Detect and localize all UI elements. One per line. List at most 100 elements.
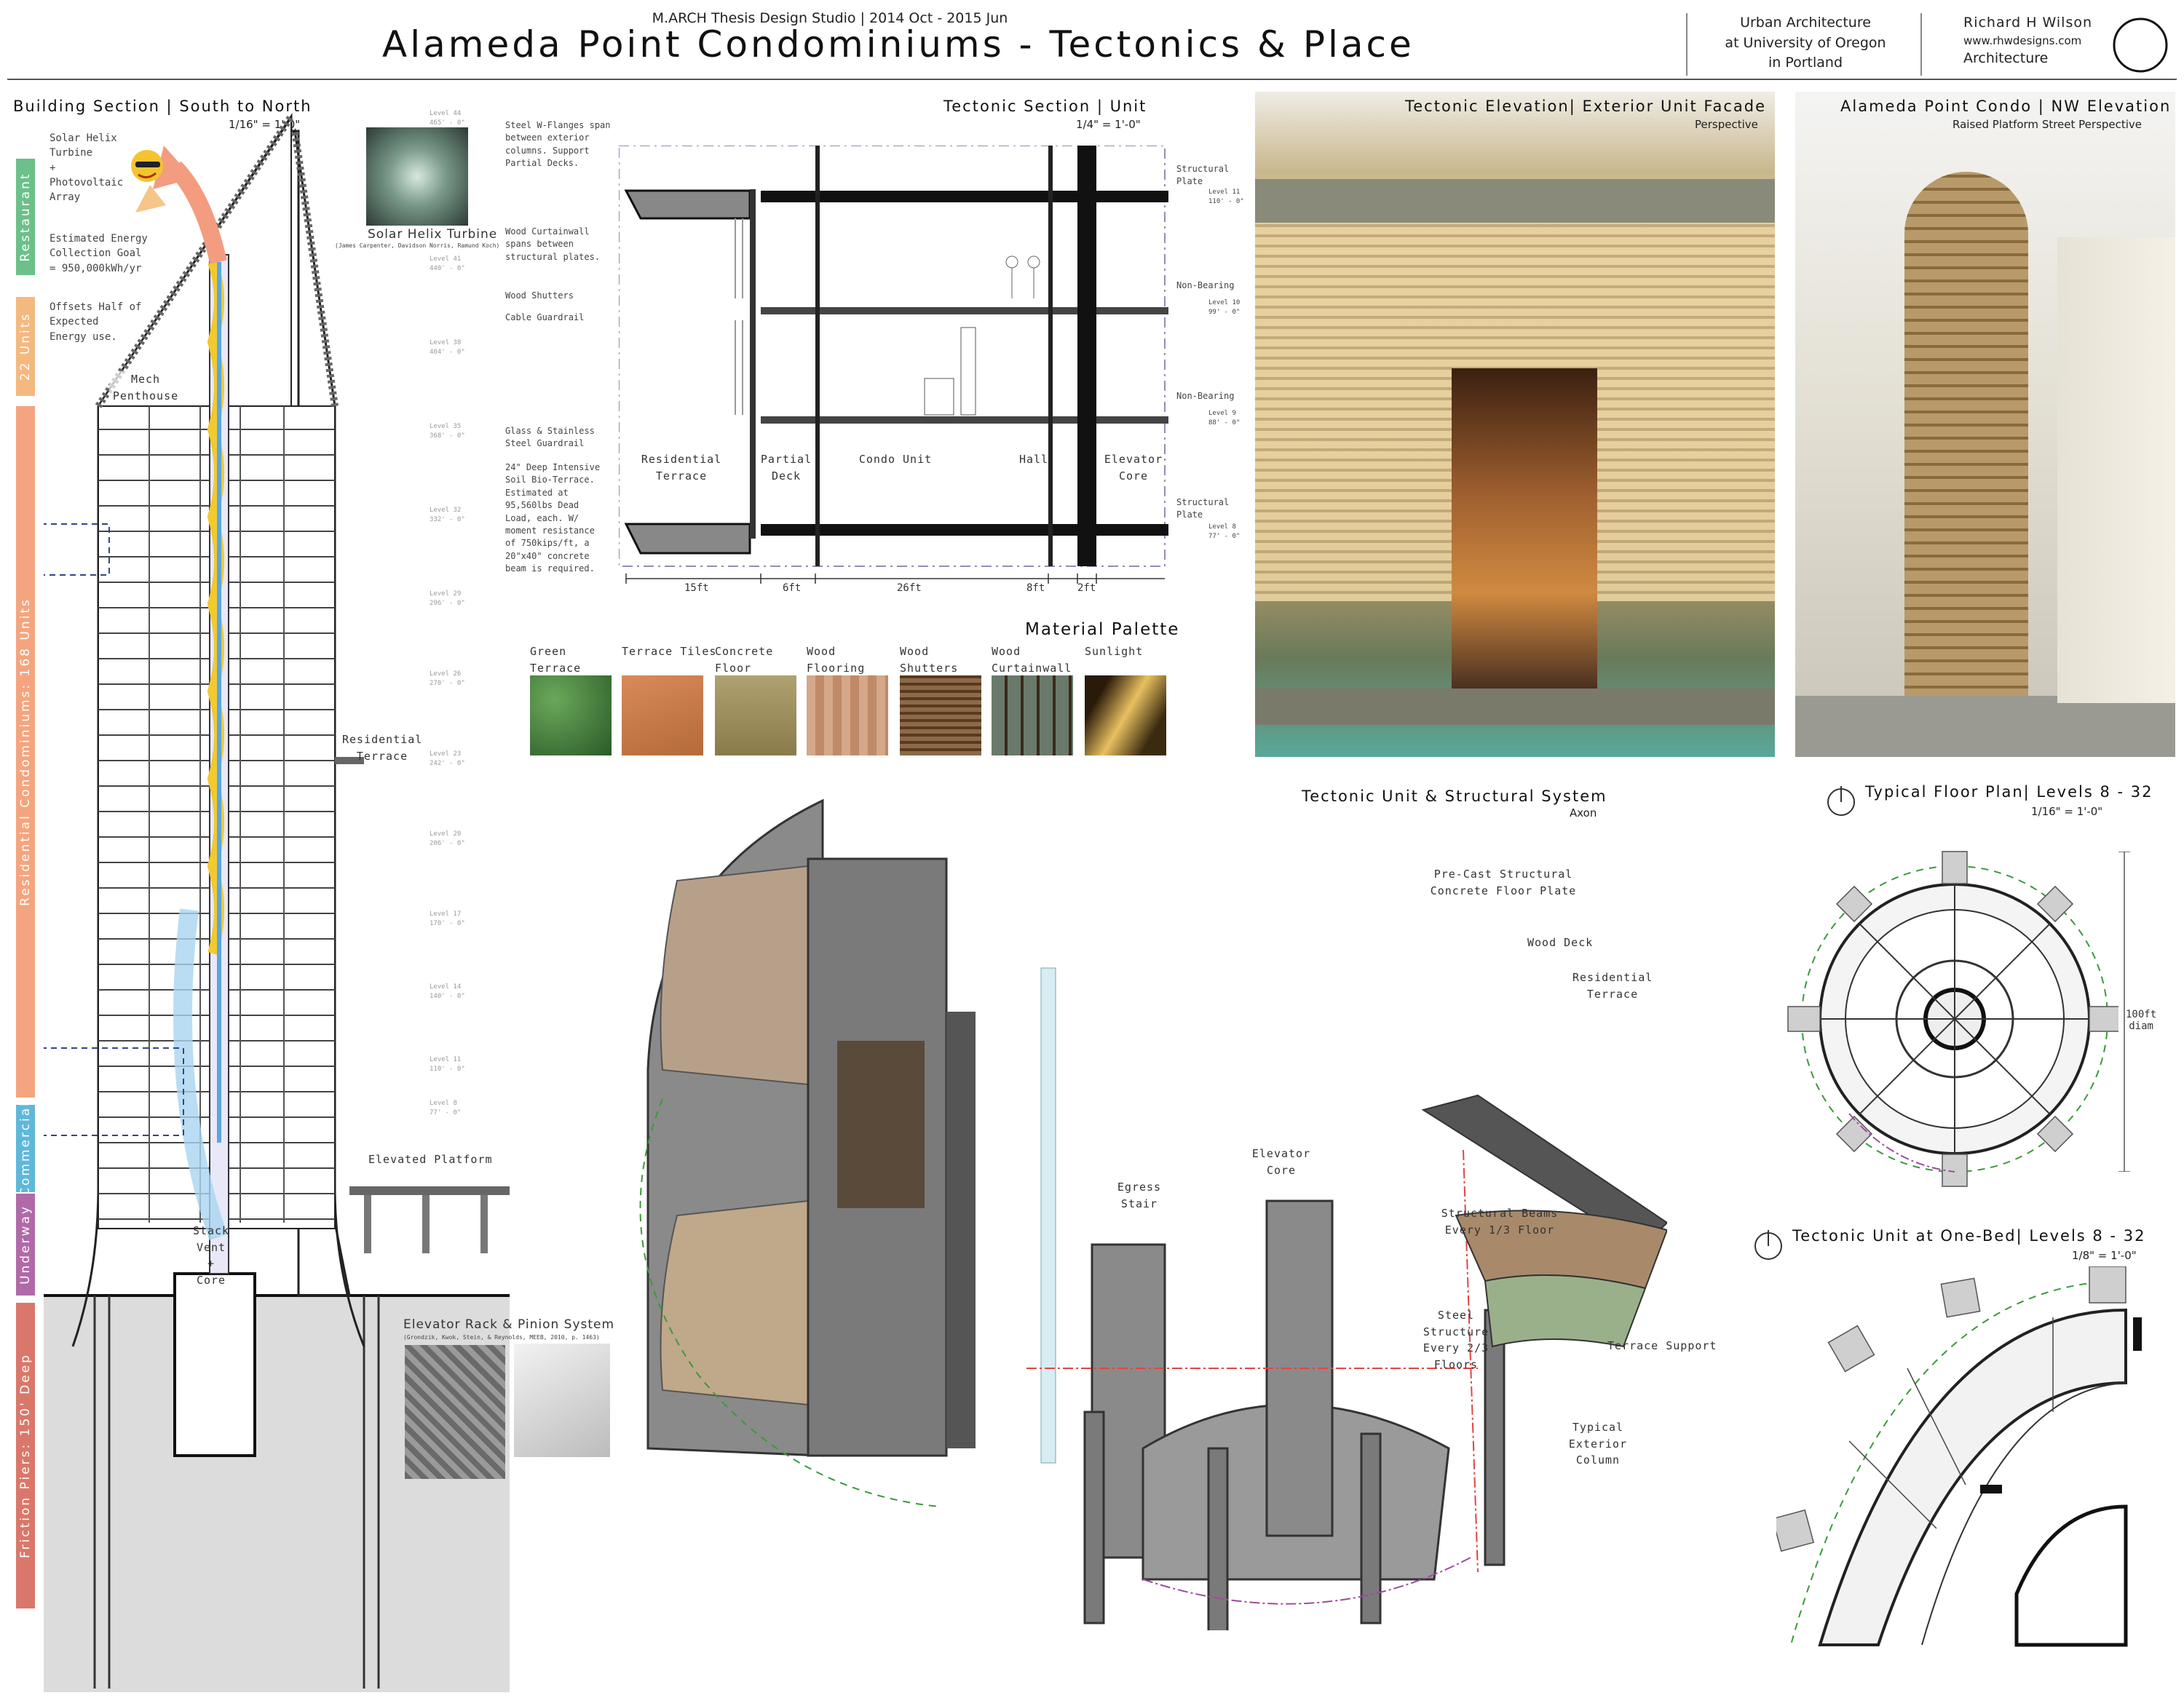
right-level-8: Level 8 77' - 0" <box>1208 523 1241 541</box>
level-marker: Level 14 140' - 0" <box>430 983 465 1001</box>
swatch-label-wood-flooring: Wood Flooring <box>807 645 866 675</box>
axon-label-wood-deck: Wood Deck <box>1527 936 1594 949</box>
level-marker: Level 11 110' - 0" <box>430 1056 465 1074</box>
adjacent-buildings <box>2057 237 2175 703</box>
note-cable-guardrail: Cable Guardrail <box>505 312 585 322</box>
school-line-3: in Portland <box>1768 55 1843 71</box>
note-bio-terrace: 24" Deep Intensive Soil Bio-Terrace. Est… <box>505 462 601 574</box>
dim-terrace: 15ft <box>684 582 709 594</box>
dim-unit: 26ft <box>897 582 922 594</box>
level-marker: Level 8 77' - 0" <box>430 1100 462 1117</box>
level-marker: Level 35 368' - 0" <box>430 423 465 440</box>
swatch-green-terrace <box>530 675 612 755</box>
header-rule <box>7 79 2177 80</box>
header-divider-1 <box>1686 13 1688 76</box>
right-label-structural-plate-bottom: Structural Plate <box>1176 497 1230 520</box>
swatch-label-terrace-tiles: Terrace Tiles <box>622 645 717 658</box>
level-marker: Level 32 332' - 0" <box>430 507 465 524</box>
tectonic-section-scale: 1/4" = 1'-0" <box>1076 118 1141 131</box>
street-ground <box>1795 696 2175 757</box>
unit-plan-scale: 1/8" = 1'-0" <box>2072 1249 2137 1262</box>
band-commercial: Commercial <box>16 1100 35 1197</box>
swatch-wood-curtainwall <box>992 675 1073 755</box>
tectonic-elevation-title: Tectonic Elevation| Exterior Unit Facade <box>1405 98 1767 115</box>
unit-opening <box>1452 368 1597 689</box>
unit-one-bed-plan-drawing <box>1776 1266 2142 1647</box>
swatch-label-concrete-floor: Concrete Floor <box>715 645 774 675</box>
level-marker: Level 17 170' - 0" <box>430 911 465 928</box>
note-glass-guardrail: Glass & Stainless Steel Guardrail <box>505 426 595 449</box>
band-residential-condos: Residential Condominiums: 168 Units <box>16 406 35 1098</box>
swatch-terrace-tiles <box>622 675 703 755</box>
axon-label-precast: Pre-Cast Structural Concrete Floor Plate <box>1430 868 1577 897</box>
axon-label-egress-stair: Egress Stair <box>1117 1181 1162 1210</box>
dim-deck: 6ft <box>783 582 802 594</box>
swatch-label-green-terrace: Green Terrace <box>530 645 582 675</box>
tectonic-section-title: Tectonic Section | Unit <box>943 98 1147 115</box>
band-restaurant: Restaurant <box>16 159 35 275</box>
axon-label-residential-terrace: Residential Terrace <box>1572 971 1653 1001</box>
level-marker: Level 26 270' - 0" <box>430 670 465 688</box>
level-markers: Level 44 465' - 0" Level 41 440' - 0" Le… <box>430 109 495 1128</box>
solar-note-2: Estimated Energy Collection Goal = 950,0… <box>50 233 148 274</box>
zone-condo-unit: Condo Unit <box>858 453 933 466</box>
zone-partial-deck: Partial Deck <box>760 453 812 483</box>
stack-vent-label: Stack Vent + Core <box>192 1224 230 1287</box>
right-label-structural-plate-top: Structural Plate <box>1176 164 1230 187</box>
band-underway: Underway <box>16 1194 35 1296</box>
elevator-car-photo <box>514 1344 610 1457</box>
swatch-label-sunlight: Sunlight <box>1085 645 1144 658</box>
author-block: Richard H Wilson www.rhwdesigns.com Arch… <box>1963 13 2109 69</box>
note-wood-shutters: Wood Shutters <box>505 290 574 301</box>
axon-label-structural-beams: Structural Beams Every 1/3 Floor <box>1441 1207 1559 1237</box>
author-website: www.rhwdesigns.com <box>1963 33 2082 47</box>
zone-residential-terrace: Residential Terrace <box>641 453 722 483</box>
swatch-wood-shutters <box>900 675 981 755</box>
swatch-sunlight <box>1085 675 1166 755</box>
upper-terrace-slab <box>1255 179 1775 223</box>
right-level-10: Level 10 99' - 0" <box>1208 299 1241 317</box>
school-line-2: at University of Oregon <box>1725 34 1886 51</box>
tectonic-elevation-render <box>1255 92 1775 757</box>
floor-plan-diameter: 100ft diam <box>2126 1009 2157 1032</box>
level-marker: Level 41 440' - 0" <box>430 255 465 273</box>
tectonic-elevation-subtitle: Perspective <box>1695 118 1758 131</box>
solar-helix-turbine-photo <box>366 127 468 226</box>
axon-label-elevator-core: Elevator Core <box>1251 1147 1311 1177</box>
author-discipline: Architecture <box>1963 50 2049 67</box>
north-arrow-icon <box>1827 786 1855 816</box>
material-palette-title: Material Palette <box>1025 620 1180 639</box>
sheet-title: Alameda Point Condominiums - Tectonics &… <box>382 23 1415 66</box>
axon-label-exterior-column: Typical Exterior Column <box>1568 1421 1628 1467</box>
zone-elevator-core: Elevator Core <box>1104 453 1163 483</box>
level-marker: Level 29 296' - 0" <box>430 590 465 608</box>
residential-terrace-label: Residential Terrace <box>342 733 423 763</box>
logo-circle-icon <box>2113 17 2168 73</box>
elevator-rack-credit: (Grondzik, Kwok, Stein, & Reynolds, MEEB… <box>403 1334 600 1341</box>
right-level-9: Level 9 88' - 0" <box>1208 410 1241 427</box>
school-block: Urban Architecture at University of Oreg… <box>1696 13 1915 74</box>
note-wood-curtainwall: Wood Curtainwall spans between structura… <box>505 226 601 262</box>
level-marker: Level 38 404' - 0" <box>430 339 465 357</box>
right-label-non-bearing-2: Non-Bearing <box>1176 391 1235 401</box>
tectonic-section-drawing <box>619 146 1168 584</box>
axon-label-terrace-support: Terrace Support <box>1607 1339 1717 1352</box>
swatch-wood-flooring <box>807 675 888 755</box>
nw-elevation-title: Alameda Point Condo | NW Elevation <box>1840 98 2172 115</box>
level-marker: Level 44 465' - 0" <box>430 110 465 127</box>
dim-hall: 8ft <box>1026 582 1045 594</box>
typical-floor-plan-drawing <box>1787 851 2118 1187</box>
school-line-1: Urban Architecture <box>1740 15 1871 31</box>
level-marker: Level 23 242' - 0" <box>430 750 465 768</box>
nw-elevation-render <box>1795 92 2175 757</box>
elevator-rack-label: Elevator Rack & Pinion System <box>403 1317 615 1332</box>
solar-note-3: Offsets Half of Expected Energy use. <box>50 301 142 343</box>
header-divider-2 <box>1920 13 1922 76</box>
right-level-11: Level 11 110' - 0" <box>1208 189 1244 206</box>
turbine-label: Solar Helix Turbine <box>368 227 498 242</box>
zone-hall: Hall <box>1018 453 1049 466</box>
dim-core: 2ft <box>1077 582 1096 594</box>
swatch-concrete-floor <box>715 675 796 755</box>
tower-render <box>1904 172 2028 725</box>
swatch-label-wood-shutters: Wood Shutters <box>900 645 959 675</box>
